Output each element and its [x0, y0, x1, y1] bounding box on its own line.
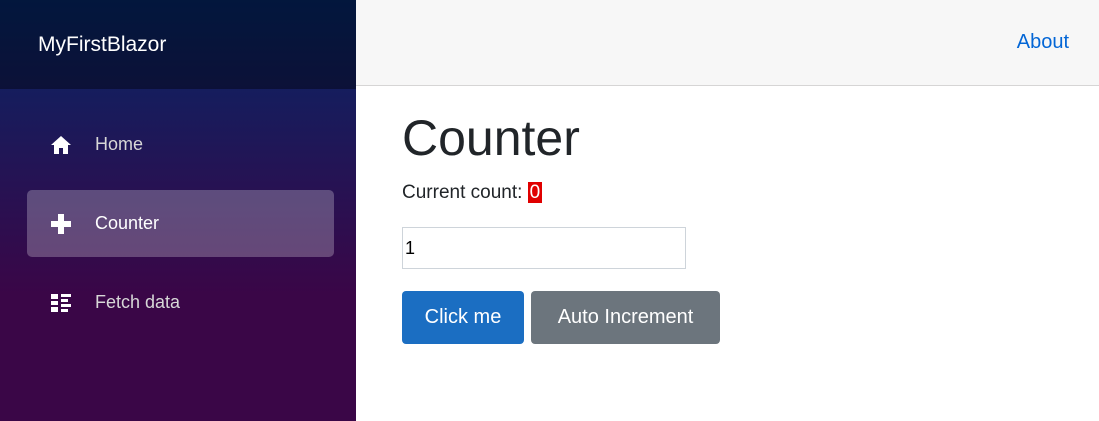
sidebar: MyFirstBlazor Home Counter Fetch data [0, 0, 356, 421]
home-icon [27, 135, 95, 155]
nav-item-fetch-data[interactable]: Fetch data [27, 269, 334, 336]
brand-bar: MyFirstBlazor [0, 0, 356, 89]
nav-label-fetch-data: Fetch data [95, 292, 181, 312]
top-bar: About [356, 0, 1099, 86]
about-link[interactable]: About [1017, 31, 1069, 54]
nav-item-counter[interactable]: Counter [27, 190, 334, 257]
plus-icon [27, 213, 95, 235]
increment-input[interactable] [402, 227, 686, 269]
brand-name[interactable]: MyFirstBlazor [38, 33, 166, 57]
main-content: Counter Current count: 0 Click me Auto I… [402, 108, 720, 344]
nav-menu: Home Counter Fetch data [0, 89, 356, 336]
auto-increment-button[interactable]: Auto Increment [531, 291, 720, 344]
button-row: Click me Auto Increment [402, 291, 720, 344]
count-label: Current count: [402, 182, 528, 203]
nav-label-counter: Counter [95, 213, 160, 233]
nav-item-home[interactable]: Home [27, 111, 334, 178]
list-icon [27, 293, 95, 313]
current-count: Current count: 0 [402, 182, 720, 204]
page-title: Counter [402, 110, 580, 166]
count-value: 0 [527, 182, 543, 203]
nav-label-home: Home [95, 134, 144, 154]
click-me-button[interactable]: Click me [402, 291, 524, 344]
